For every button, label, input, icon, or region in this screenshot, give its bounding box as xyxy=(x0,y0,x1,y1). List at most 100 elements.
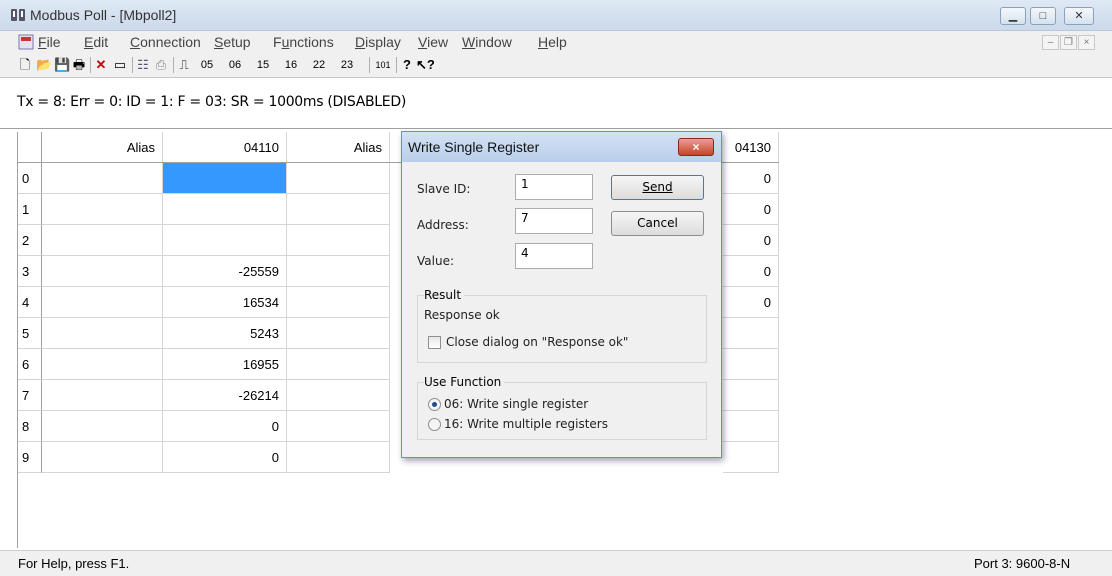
table-cell-04130[interactable]: 0 xyxy=(723,256,779,287)
table-cell-04110[interactable] xyxy=(163,225,287,256)
close-button[interactable]: ✕ xyxy=(1064,7,1094,25)
write-single-register-radio[interactable] xyxy=(428,398,441,411)
table-cell-04110[interactable]: 0 xyxy=(163,442,287,473)
menu-connection[interactable]: Connection xyxy=(130,34,201,50)
help-icon[interactable]: ? xyxy=(400,56,414,74)
open-icon[interactable]: 📂 xyxy=(36,56,52,74)
print-icon[interactable]: 🖶 xyxy=(72,56,86,74)
window-icon[interactable]: ▭ xyxy=(113,56,127,74)
table-cell-alias[interactable] xyxy=(42,380,163,411)
table-cell-alias[interactable] xyxy=(42,194,163,225)
table-cell-04130[interactable] xyxy=(723,380,779,411)
table-cell-04130[interactable] xyxy=(723,442,779,473)
fc-15-button[interactable]: 15 xyxy=(252,56,274,74)
menu-file[interactable]: File xyxy=(38,34,61,50)
table-cell-alias-2[interactable] xyxy=(287,318,390,349)
row-header[interactable]: 8 xyxy=(18,411,42,442)
table-cell-04130[interactable]: 0 xyxy=(723,225,779,256)
address-label: Address: xyxy=(417,218,469,232)
row-header[interactable]: 5 xyxy=(18,318,42,349)
maximize-button[interactable]: □ xyxy=(1030,7,1056,25)
row-header[interactable]: 3 xyxy=(18,256,42,287)
fc-16-button[interactable]: 16 xyxy=(280,56,302,74)
new-icon[interactable]: 🗋 xyxy=(18,56,32,74)
column-header-04130[interactable]: 04130 xyxy=(723,132,779,163)
table-cell-alias-2[interactable] xyxy=(287,380,390,411)
write-multiple-registers-radio[interactable] xyxy=(428,418,441,431)
row-header[interactable]: 0 xyxy=(18,163,42,194)
pulse-icon[interactable]: ⎍ xyxy=(177,56,191,74)
toolbar-separator xyxy=(396,57,397,73)
menu-bar: – ❐ × File Edit Connection Setup Functions Di… xyxy=(0,31,1112,53)
table-cell-alias-2[interactable] xyxy=(287,287,390,318)
fc-22-button[interactable]: 22 xyxy=(308,56,330,74)
table-cell-alias-2[interactable] xyxy=(287,411,390,442)
row-header[interactable]: 1 xyxy=(18,194,42,225)
table-cell-alias-2[interactable] xyxy=(287,349,390,380)
table-cell-04110[interactable]: 16534 xyxy=(163,287,287,318)
table-cell-04130[interactable] xyxy=(723,318,779,349)
dialog-close-button[interactable]: × xyxy=(678,138,714,156)
table-cell-04110[interactable]: 16955 xyxy=(163,349,287,380)
fc-06-button[interactable]: 06 xyxy=(224,56,246,74)
save-icon[interactable]: 💾 xyxy=(54,56,70,74)
menu-display[interactable]: Display xyxy=(355,34,401,50)
row-header[interactable]: 6 xyxy=(18,349,42,380)
table-cell-04110[interactable]: -25559 xyxy=(163,256,287,287)
table-cell-alias-2[interactable] xyxy=(287,163,390,194)
disconnect-icon[interactable]: ⎙ xyxy=(154,56,168,74)
fc-05-button[interactable]: 05 xyxy=(196,56,218,74)
table-cell-04110[interactable]: -26214 xyxy=(163,380,287,411)
menu-view[interactable]: View xyxy=(418,34,448,50)
mdi-restore-button[interactable]: ❐ xyxy=(1060,35,1077,50)
menu-edit[interactable]: Edit xyxy=(84,34,108,50)
fc-23-button[interactable]: 23 xyxy=(336,56,358,74)
table-cell-alias-2[interactable] xyxy=(287,442,390,473)
mdi-minimize-button[interactable]: – xyxy=(1042,35,1059,50)
table-cell-alias[interactable] xyxy=(42,225,163,256)
column-header-alias[interactable]: Alias xyxy=(42,132,163,163)
table-cell-alias-2[interactable] xyxy=(287,256,390,287)
table-cell-04110[interactable]: 0 xyxy=(163,411,287,442)
table-cell-alias-2[interactable] xyxy=(287,225,390,256)
column-header-04110[interactable]: 04110 xyxy=(163,132,287,163)
table-cell-04130[interactable]: 0 xyxy=(723,287,779,318)
cancel-button[interactable]: Cancel xyxy=(611,211,704,236)
row-header[interactable]: 2 xyxy=(18,225,42,256)
column-header-alias-2[interactable]: Alias xyxy=(287,132,390,163)
minimize-button[interactable]: ▁ xyxy=(1000,7,1026,25)
grid-corner[interactable] xyxy=(18,132,42,163)
delete-icon[interactable]: ✕ xyxy=(94,56,108,74)
value-input[interactable]: 4 xyxy=(515,243,593,269)
mdi-close-button[interactable]: × xyxy=(1078,35,1095,50)
table-cell-04130[interactable] xyxy=(723,411,779,442)
close-on-ok-checkbox[interactable] xyxy=(428,336,441,349)
send-button[interactable]: Send xyxy=(611,175,704,200)
row-header[interactable]: 7 xyxy=(18,380,42,411)
table-cell-alias[interactable] xyxy=(42,163,163,194)
address-input[interactable]: 7 xyxy=(515,208,593,234)
table-cell-04110[interactable] xyxy=(163,194,287,225)
toolbar-101-button[interactable]: 101 xyxy=(373,56,393,74)
row-header[interactable]: 4 xyxy=(18,287,42,318)
connect-icon[interactable]: ☷ xyxy=(136,56,150,74)
table-cell-alias[interactable] xyxy=(42,442,163,473)
table-cell-alias[interactable] xyxy=(42,349,163,380)
table-cell-04130[interactable]: 0 xyxy=(723,194,779,225)
table-cell-alias[interactable] xyxy=(42,287,163,318)
row-header[interactable]: 9 xyxy=(18,442,42,473)
menu-window[interactable]: Window xyxy=(462,34,512,50)
table-cell-04110[interactable] xyxy=(163,163,287,194)
context-help-icon[interactable]: ↖? xyxy=(416,56,435,74)
menu-help[interactable]: Help xyxy=(538,34,567,50)
table-cell-04130[interactable] xyxy=(723,349,779,380)
menu-setup[interactable]: Setup xyxy=(214,34,251,50)
table-cell-04110[interactable]: 5243 xyxy=(163,318,287,349)
table-cell-alias-2[interactable] xyxy=(287,194,390,225)
slave-id-input[interactable]: 1 xyxy=(515,174,593,200)
table-cell-alias[interactable] xyxy=(42,256,163,287)
table-cell-04130[interactable]: 0 xyxy=(723,163,779,194)
menu-functions[interactable]: Functions xyxy=(273,34,334,50)
table-cell-alias[interactable] xyxy=(42,411,163,442)
table-cell-alias[interactable] xyxy=(42,318,163,349)
